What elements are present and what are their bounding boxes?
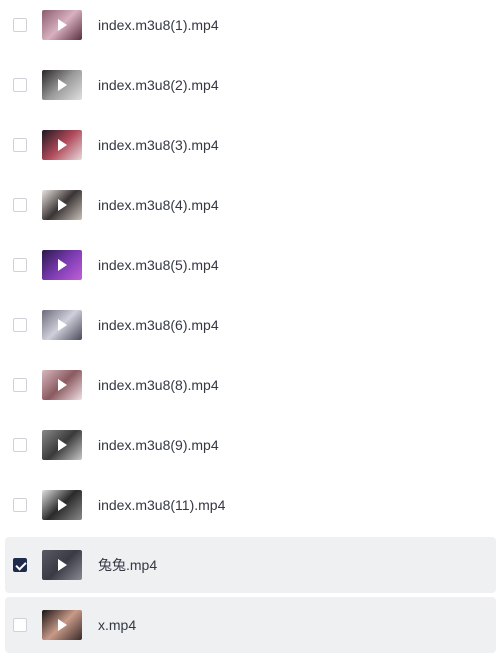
file-checkbox[interactable] bbox=[13, 378, 27, 392]
play-icon bbox=[58, 439, 67, 451]
file-name[interactable]: index.m3u8(9).mp4 bbox=[98, 435, 219, 455]
file-checkbox[interactable] bbox=[13, 438, 27, 452]
file-checkbox[interactable] bbox=[13, 498, 27, 512]
file-name[interactable]: index.m3u8(11).mp4 bbox=[98, 495, 225, 515]
file-name[interactable]: index.m3u8(1).mp4 bbox=[98, 15, 219, 35]
play-icon bbox=[58, 319, 67, 331]
file-name[interactable]: index.m3u8(8).mp4 bbox=[98, 375, 219, 395]
file-row[interactable]: 兔兔.mp4 bbox=[5, 537, 496, 593]
video-thumbnail[interactable] bbox=[42, 550, 82, 580]
file-checkbox[interactable] bbox=[13, 318, 27, 332]
file-row[interactable]: index.m3u8(9).mp4 bbox=[5, 417, 496, 473]
file-name[interactable]: index.m3u8(5).mp4 bbox=[98, 255, 219, 275]
file-row[interactable]: index.m3u8(8).mp4 bbox=[5, 357, 496, 413]
play-icon bbox=[58, 79, 67, 91]
file-row[interactable]: index.m3u8(5).mp4 bbox=[5, 237, 496, 293]
file-row[interactable]: index.m3u8(2).mp4 bbox=[5, 57, 496, 113]
file-checkbox[interactable] bbox=[13, 18, 27, 32]
play-icon bbox=[58, 259, 67, 271]
file-name[interactable]: x.mp4 bbox=[98, 615, 136, 635]
file-checkbox[interactable] bbox=[13, 618, 27, 632]
video-thumbnail[interactable] bbox=[42, 370, 82, 400]
file-name[interactable]: 兔兔.mp4 bbox=[98, 555, 157, 575]
play-icon bbox=[58, 379, 67, 391]
file-checkbox[interactable] bbox=[13, 258, 27, 272]
play-icon bbox=[58, 199, 67, 211]
file-name[interactable]: index.m3u8(4).mp4 bbox=[98, 195, 219, 215]
play-icon bbox=[58, 19, 67, 31]
file-checkbox[interactable] bbox=[13, 138, 27, 152]
file-row[interactable]: index.m3u8(3).mp4 bbox=[5, 117, 496, 173]
file-checkbox[interactable] bbox=[13, 78, 27, 92]
file-row[interactable]: x.mp4 bbox=[5, 597, 496, 653]
video-thumbnail[interactable] bbox=[42, 610, 82, 640]
play-icon bbox=[58, 619, 67, 631]
file-row[interactable]: index.m3u8(1).mp4 bbox=[5, 0, 496, 53]
video-thumbnail[interactable] bbox=[42, 130, 82, 160]
video-thumbnail[interactable] bbox=[42, 10, 82, 40]
video-thumbnail[interactable] bbox=[42, 490, 82, 520]
video-thumbnail[interactable] bbox=[42, 190, 82, 220]
video-thumbnail[interactable] bbox=[42, 250, 82, 280]
file-name[interactable]: index.m3u8(2).mp4 bbox=[98, 75, 219, 95]
file-checkbox[interactable] bbox=[13, 558, 27, 572]
video-thumbnail[interactable] bbox=[42, 430, 82, 460]
file-name[interactable]: index.m3u8(6).mp4 bbox=[98, 315, 219, 335]
video-thumbnail[interactable] bbox=[42, 70, 82, 100]
file-row[interactable]: index.m3u8(6).mp4 bbox=[5, 297, 496, 353]
play-icon bbox=[58, 499, 67, 511]
file-row[interactable]: index.m3u8(11).mp4 bbox=[5, 477, 496, 533]
video-thumbnail[interactable] bbox=[42, 310, 82, 340]
play-icon bbox=[58, 139, 67, 151]
play-icon bbox=[58, 559, 67, 571]
file-checkbox[interactable] bbox=[13, 198, 27, 212]
file-name[interactable]: index.m3u8(3).mp4 bbox=[98, 135, 219, 155]
file-row[interactable]: index.m3u8(4).mp4 bbox=[5, 177, 496, 233]
